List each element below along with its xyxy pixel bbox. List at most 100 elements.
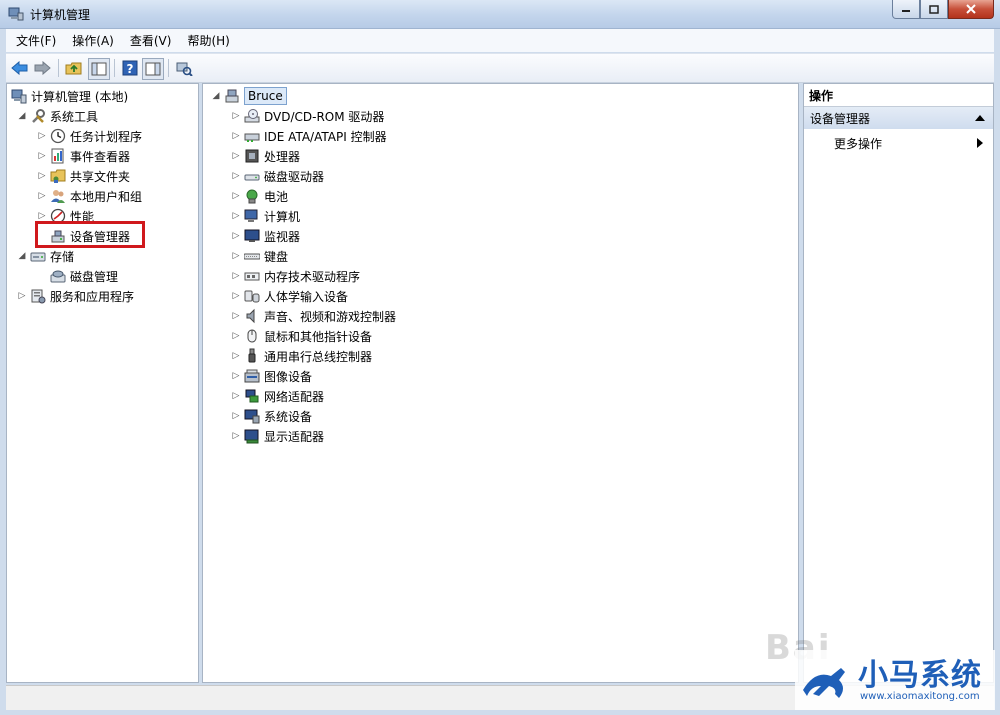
scan-hardware-button[interactable] xyxy=(174,58,194,78)
forward-button[interactable] xyxy=(32,58,52,78)
tree-item-services-applications[interactable]: ▷ 服务和应用程序 xyxy=(17,286,134,306)
device-category-label: 计算机 xyxy=(264,209,301,224)
device-category-label: 鼠标和其他指针设备 xyxy=(264,329,373,344)
collapsed-triangle-icon[interactable]: ▷ xyxy=(231,431,241,441)
collapsed-triangle-icon[interactable]: ▷ xyxy=(231,231,241,241)
expanded-triangle-icon[interactable]: ◢ xyxy=(17,251,27,261)
maximize-button[interactable] xyxy=(920,0,948,19)
show-hide-console-tree-button[interactable] xyxy=(88,58,110,80)
device-category-system[interactable]: ▷ 系统设备 xyxy=(231,406,312,426)
collapsed-triangle-icon[interactable]: ▷ xyxy=(231,111,241,121)
collapsed-triangle-icon[interactable]: ▷ xyxy=(231,411,241,421)
collapsed-triangle-icon[interactable]: ▷ xyxy=(231,291,241,301)
close-button[interactable] xyxy=(948,0,994,19)
device-category-dvd[interactable]: ▷ DVD/CD-ROM 驱动器 xyxy=(231,106,384,126)
device-category-hid[interactable]: ▷ 人体学输入设备 xyxy=(231,286,348,306)
collapsed-triangle-icon[interactable]: ▷ xyxy=(231,171,241,181)
device-category-network[interactable]: ▷ 网络适配器 xyxy=(231,386,324,406)
window-title: 计算机管理 xyxy=(30,8,91,22)
hid-device-icon xyxy=(244,288,260,304)
tree-item-disk-management[interactable]: 磁盘管理 xyxy=(37,266,118,286)
device-category-processor[interactable]: ▷ 处理器 xyxy=(231,146,300,166)
device-category-monitor[interactable]: ▷ 监视器 xyxy=(231,226,300,246)
device-category-label: DVD/CD-ROM 驱动器 xyxy=(264,109,385,124)
expanded-triangle-icon[interactable]: ◢ xyxy=(211,91,221,101)
actions-pane: 操作 设备管理器 更多操作 xyxy=(803,83,994,683)
shared-folder-icon xyxy=(50,168,66,184)
device-category-keyboard[interactable]: ▷ 键盘 xyxy=(231,246,288,266)
tree-item-computer-management[interactable]: 计算机管理 (本地) xyxy=(9,86,128,106)
tree-item-label: 系统工具 xyxy=(50,109,99,124)
collapsed-triangle-icon[interactable]: ▷ xyxy=(231,191,241,201)
device-category-label: 系统设备 xyxy=(264,409,313,424)
device-category-mouse[interactable]: ▷ 鼠标和其他指针设备 xyxy=(231,326,372,346)
device-category-memory-tech[interactable]: ▷ 内存技术驱动程序 xyxy=(231,266,360,286)
processor-icon xyxy=(244,148,260,164)
tree-item-label: 共享文件夹 xyxy=(70,169,131,184)
menu-view[interactable]: 查看(V) xyxy=(124,31,178,51)
tree-item-storage[interactable]: ◢ 存储 xyxy=(17,246,74,266)
users-icon xyxy=(50,188,66,204)
collapse-up-icon[interactable] xyxy=(975,114,985,122)
tree-item-local-users-groups[interactable]: ▷ 本地用户和组 xyxy=(37,186,142,206)
device-category-label: 内存技术驱动程序 xyxy=(264,269,361,284)
tree-item-task-scheduler[interactable]: ▷ 任务计划程序 xyxy=(37,126,142,146)
device-category-battery[interactable]: ▷ 电池 xyxy=(231,186,288,206)
collapsed-triangle-icon[interactable]: ▷ xyxy=(231,351,241,361)
device-category-sound[interactable]: ▷ 声音、视频和游戏控制器 xyxy=(231,306,396,326)
tree-item-system-tools[interactable]: ◢ 系统工具 xyxy=(17,106,98,126)
collapsed-triangle-icon[interactable]: ▷ xyxy=(37,211,47,221)
device-category-label: 网络适配器 xyxy=(264,389,325,404)
device-category-ide[interactable]: ▷ IDE ATA/ATAPI 控制器 xyxy=(231,126,387,146)
disk-drive-icon xyxy=(244,168,260,184)
actions-group-device-manager[interactable]: 设备管理器 xyxy=(804,107,993,129)
console-tree-icon xyxy=(91,62,107,76)
collapsed-triangle-icon[interactable]: ▷ xyxy=(37,131,47,141)
menu-file[interactable]: 文件(F) xyxy=(10,31,62,51)
minimize-button[interactable] xyxy=(892,0,920,19)
device-category-computer[interactable]: ▷ 计算机 xyxy=(231,206,300,226)
collapsed-triangle-icon[interactable]: ▷ xyxy=(37,171,47,181)
device-category-usb[interactable]: ▷ 通用串行总线控制器 xyxy=(231,346,372,366)
collapsed-triangle-icon[interactable]: ▷ xyxy=(231,251,241,261)
device-category-label: 键盘 xyxy=(264,249,289,264)
collapsed-triangle-icon[interactable]: ▷ xyxy=(231,311,241,321)
collapsed-triangle-icon[interactable]: ▷ xyxy=(231,391,241,401)
tree-item-label: 磁盘管理 xyxy=(70,269,119,284)
collapsed-triangle-icon[interactable]: ▷ xyxy=(231,271,241,281)
collapsed-triangle-icon[interactable]: ▷ xyxy=(37,191,47,201)
more-actions-item[interactable]: 更多操作 xyxy=(804,133,993,153)
network-adapter-icon xyxy=(244,388,260,404)
computer-icon xyxy=(224,88,240,104)
back-button[interactable] xyxy=(10,58,30,78)
menu-action[interactable]: 操作(A) xyxy=(66,31,120,51)
show-hide-action-pane-button[interactable] xyxy=(142,58,164,80)
back-arrow-icon xyxy=(11,61,28,75)
device-category-label: 显示适配器 xyxy=(264,429,325,444)
collapsed-triangle-icon[interactable]: ▷ xyxy=(231,371,241,381)
collapsed-triangle-icon[interactable]: ▷ xyxy=(37,151,47,161)
services-icon xyxy=(30,288,46,304)
up-level-button[interactable] xyxy=(64,58,84,78)
device-category-imaging[interactable]: ▷ 图像设备 xyxy=(231,366,312,386)
expanded-triangle-icon[interactable]: ◢ xyxy=(17,111,27,121)
actions-header-label: 操作 xyxy=(809,89,834,103)
collapsed-triangle-icon[interactable]: ▷ xyxy=(231,331,241,341)
menu-help[interactable]: 帮助(H) xyxy=(181,31,235,51)
tree-item-shared-folders[interactable]: ▷ 共享文件夹 xyxy=(37,166,130,186)
title-bar[interactable]: 计算机管理 xyxy=(0,0,1000,29)
help-button[interactable]: ? xyxy=(120,58,140,78)
collapsed-triangle-icon[interactable]: ▷ xyxy=(231,211,241,221)
device-category-label: IDE ATA/ATAPI 控制器 xyxy=(264,129,387,144)
collapsed-triangle-icon[interactable]: ▷ xyxy=(231,131,241,141)
device-category-label: 通用串行总线控制器 xyxy=(264,349,373,364)
tree-item-label: 服务和应用程序 xyxy=(50,289,135,304)
more-actions-label: 更多操作 xyxy=(834,137,883,151)
device-category-disk-drives[interactable]: ▷ 磁盘驱动器 xyxy=(231,166,324,186)
tree-item-event-viewer[interactable]: ▷ 事件查看器 xyxy=(37,146,130,166)
collapsed-triangle-icon[interactable]: ▷ xyxy=(231,151,241,161)
device-category-display[interactable]: ▷ 显示适配器 xyxy=(231,426,324,446)
device-category-label: 电池 xyxy=(264,189,289,204)
collapsed-triangle-icon[interactable]: ▷ xyxy=(17,291,27,301)
device-tree-root[interactable]: ◢ Bruce xyxy=(211,86,287,106)
